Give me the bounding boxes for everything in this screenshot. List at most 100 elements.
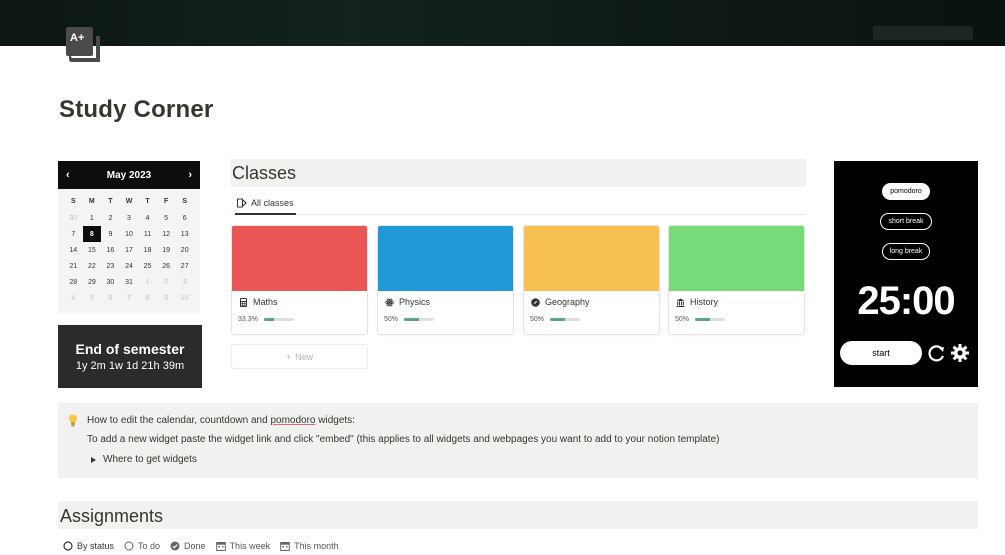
tab-to-do[interactable]: To do <box>124 541 160 551</box>
calendar-day[interactable]: 19 <box>157 242 176 258</box>
calendar-day[interactable]: 3 <box>175 274 194 290</box>
class-progress: 50% <box>384 316 435 323</box>
class-progress-label: 50% <box>675 316 690 323</box>
calendar-day[interactable]: 21 <box>64 258 83 274</box>
calendar-next-button[interactable]: › <box>188 169 192 181</box>
calendar-day[interactable]: 4 <box>138 210 157 226</box>
calendar-day[interactable]: 3 <box>120 210 139 226</box>
callout-heading-text: How to edit the calendar, countdown and <box>87 415 271 426</box>
widgets-toggle-label: Where to get widgets <box>103 454 197 465</box>
class-card-cover <box>232 226 367 291</box>
calendar-day[interactable]: 26 <box>157 258 176 274</box>
countdown-title: End of semester <box>75 341 185 357</box>
circle-icon <box>63 541 73 551</box>
calendar-day[interactable]: 8 <box>82 226 102 242</box>
pomodoro-start-button[interactable]: start <box>840 341 922 365</box>
settings-gear-icon[interactable] <box>950 343 970 363</box>
compass-icon <box>531 297 540 307</box>
class-progress-label: 33.3% <box>238 316 258 323</box>
tab-to-do-label: To do <box>138 541 161 551</box>
pomodoro-timer: 25:00 <box>857 279 955 323</box>
class-card[interactable]: Maths 33.3% <box>231 225 368 335</box>
calendar-weekday-label: T <box>145 198 150 205</box>
calendar-day[interactable]: 1 <box>83 210 102 226</box>
tab-by-status[interactable]: By status <box>63 541 114 551</box>
calendar-day[interactable]: 7 <box>64 226 83 242</box>
calendar-day[interactable]: 2 <box>101 210 120 226</box>
calendar-day[interactable]: 25 <box>138 258 157 274</box>
calendar-day[interactable]: 12 <box>157 226 176 242</box>
class-progress: 50% <box>675 316 726 323</box>
new-class-button[interactable]: + New <box>231 344 368 369</box>
long-break-mode-button[interactable]: long break <box>834 243 978 260</box>
class-card-cover <box>669 226 804 291</box>
calendar-day[interactable]: 4 <box>64 290 83 306</box>
class-card[interactable]: Physics 50% <box>377 225 514 335</box>
calendar-day[interactable]: 20 <box>175 242 194 258</box>
assignments-heading-text: Assignments <box>60 506 164 526</box>
calendar-day[interactable]: 16 <box>101 242 120 258</box>
tab-done-label: Done <box>184 541 206 551</box>
calendar-day[interactable]: 5 <box>157 210 176 226</box>
calendar-day[interactable]: 10 <box>175 290 194 306</box>
calendar-day[interactable]: 24 <box>120 258 139 274</box>
lightbulb-icon <box>68 414 78 427</box>
reset-icon[interactable] <box>927 343 947 363</box>
class-progress: 33.3% <box>238 316 294 323</box>
a-plus-book-icon[interactable]: A+ <box>66 27 102 64</box>
calendar-day[interactable]: 6 <box>175 210 194 226</box>
classes-heading: Classes <box>231 159 806 187</box>
calendar-day[interactable]: 14 <box>64 242 83 258</box>
class-card-title: Maths <box>239 297 278 307</box>
tab-done[interactable]: Done <box>170 541 206 551</box>
calendar-weekday-label: S <box>182 198 188 205</box>
calendar-day[interactable]: 13 <box>175 226 194 242</box>
calendar-day[interactable]: 15 <box>83 242 102 258</box>
tab-this-week-label: This week <box>229 541 271 551</box>
widgets-toggle[interactable]: Where to get widgets <box>91 454 197 465</box>
class-card[interactable]: History 50% <box>668 225 805 335</box>
tab-this-month[interactable]: This month <box>280 541 339 551</box>
calendar-day[interactable]: 22 <box>83 258 102 274</box>
calendar-prev-button[interactable]: ‹ <box>66 169 70 181</box>
class-card[interactable]: Geography 50% <box>523 225 660 335</box>
calendar-day[interactable]: 29 <box>83 274 102 290</box>
tab-this-week[interactable]: This week <box>215 541 271 551</box>
calendar-day[interactable]: 23 <box>101 258 120 274</box>
calendar-day[interactable]: 7 <box>120 290 139 306</box>
class-card-title: History <box>676 297 718 307</box>
calendar-day[interactable]: 30 <box>101 274 120 290</box>
circle-outline-icon <box>124 541 134 551</box>
short-break-mode-button[interactable]: short break <box>834 213 978 230</box>
pomodoro-mode-button[interactable]: pomodoro <box>834 183 978 200</box>
toggle-triangle-icon <box>91 456 96 463</box>
callout-body: To add a new widget paste the widget lin… <box>87 434 720 445</box>
page-cover <box>0 0 1005 46</box>
tab-all-classes[interactable]: All classes <box>235 193 296 215</box>
calendar-day[interactable]: 27 <box>175 258 194 274</box>
callout-heading: How to edit the calendar, countdown and … <box>87 415 355 426</box>
calendar-day[interactable]: 9 <box>101 226 120 242</box>
calendar-day[interactable]: 5 <box>83 290 102 306</box>
calendar-day[interactable]: 31 <box>120 274 139 290</box>
calendar-day[interactable]: 28 <box>64 274 83 290</box>
calendar-day[interactable]: 11 <box>138 226 157 242</box>
calendar-day[interactable]: 6 <box>101 290 120 306</box>
calendar-day[interactable]: 2 <box>157 274 176 290</box>
class-name: History <box>690 297 719 307</box>
gallery-view-icon <box>237 198 247 208</box>
calendar-day[interactable]: 9 <box>157 290 176 306</box>
help-callout: How to edit the calendar, countdown and … <box>58 403 978 478</box>
calendar-day[interactable]: 8 <box>138 290 157 306</box>
atom-icon <box>385 298 394 307</box>
calendar-day[interactable]: 1 <box>138 274 157 290</box>
class-progress-label: 50% <box>384 316 399 323</box>
calendar-day[interactable]: 30 <box>64 210 83 226</box>
calendar-day[interactable]: 18 <box>138 242 157 258</box>
class-progress-fill <box>550 318 566 321</box>
calendar-day[interactable]: 10 <box>120 226 139 242</box>
calendar-day[interactable]: 17 <box>120 242 139 258</box>
calendar-weekday-label: M <box>88 198 95 205</box>
calendar-weekday-label: T <box>108 198 113 205</box>
plus-icon: + <box>285 351 292 362</box>
